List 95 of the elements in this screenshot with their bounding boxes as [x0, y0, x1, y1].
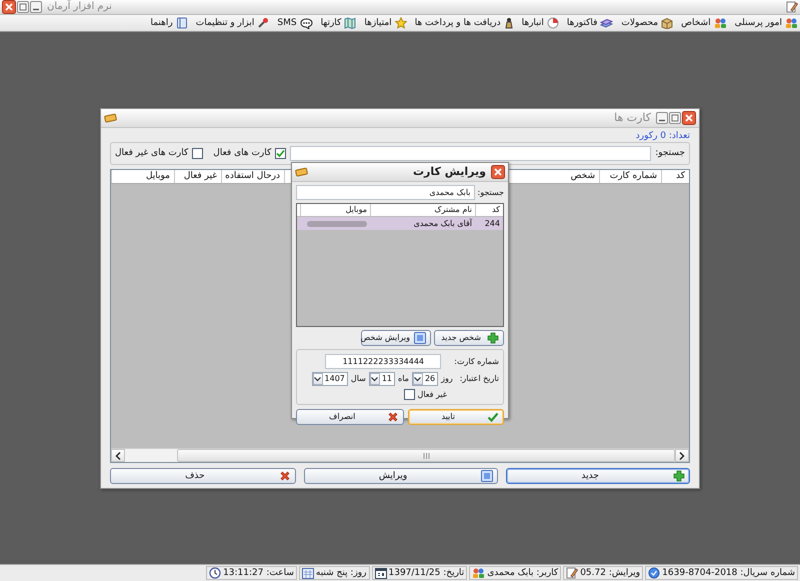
- check-icon: [276, 148, 286, 158]
- search-label: جستجو:: [655, 148, 685, 159]
- table-cell-text: 244: [484, 218, 501, 228]
- calendar-icon: [302, 567, 314, 579]
- search-field[interactable]: [290, 146, 652, 161]
- new-person-button[interactable]: شخص جدید: [434, 330, 504, 346]
- date-part-label: روز: [441, 374, 453, 384]
- window-icon: [414, 332, 426, 344]
- menu-item[interactable]: ابزار و تنظیمات: [196, 18, 254, 28]
- menu-item[interactable]: امور پرسنلی: [734, 18, 782, 28]
- column-header[interactable]: کد: [661, 170, 689, 183]
- record-count: تعداد: 0 رکورد: [636, 131, 690, 142]
- menu-item[interactable]: امتیازها: [364, 18, 392, 28]
- map-icon: [344, 17, 356, 29]
- book-icon: [176, 17, 188, 29]
- status-text: روز: پنج شنبه: [316, 568, 366, 578]
- search-label: جستجو:: [478, 188, 504, 198]
- status-text: کاربر: بابک محمدی: [487, 568, 558, 578]
- window-icon: [481, 470, 494, 482]
- card-number-field[interactable]: 1111222233334444: [325, 354, 442, 369]
- edit-person-button[interactable]: ویرایش شخص: [361, 330, 431, 346]
- checkbox[interactable]: [275, 148, 286, 159]
- pencil-icon: [566, 567, 578, 579]
- date-part-label: سال: [350, 374, 366, 384]
- date-dropdown[interactable]: 11: [368, 372, 396, 386]
- menu-item[interactable]: دریافت ها و پرداخت ها: [414, 18, 501, 28]
- menu-item[interactable]: SMS: [277, 18, 297, 28]
- card-icon: [104, 113, 118, 123]
- plus-icon: [673, 470, 685, 482]
- people-icon: [714, 17, 727, 29]
- people-icon: [472, 567, 486, 579]
- menu-item[interactable]: راهنما: [150, 18, 173, 28]
- close-icon[interactable]: [682, 111, 696, 125]
- menu-item[interactable]: اشخاص: [681, 18, 711, 28]
- star-icon: [394, 17, 407, 29]
- cross-icon: [387, 411, 400, 423]
- card-icon: [295, 167, 309, 177]
- close-icon[interactable]: [2, 0, 16, 14]
- status-text: ویرایش: 05.72: [580, 568, 640, 578]
- delete-button[interactable]: حذف: [110, 468, 296, 484]
- column-header[interactable]: موبایل: [111, 170, 174, 183]
- minimize-icon[interactable]: [656, 112, 668, 124]
- cross-icon: [278, 470, 291, 482]
- card-number-label: شماره کارت:: [454, 356, 499, 366]
- pencil-icon: [786, 1, 798, 13]
- ok-button[interactable]: تایید: [408, 409, 504, 425]
- column-header[interactable]: درحال استفاده: [221, 170, 284, 183]
- new-button[interactable]: جدید: [506, 468, 690, 484]
- status-text: شماره سریال: 2018-8704-1639: [662, 568, 795, 578]
- check-circle-icon: [648, 567, 660, 579]
- column-header[interactable]: شماره کارت: [599, 170, 661, 183]
- blurred-text: [307, 220, 367, 226]
- close-icon[interactable]: [491, 165, 505, 179]
- menu-item[interactable]: فاکتورها: [566, 18, 598, 28]
- expiry-label: تاریخ اعتبار:: [460, 374, 499, 384]
- chat-icon: [300, 18, 313, 28]
- checkbox-label: کارت های غیر فعال: [115, 148, 188, 159]
- figure-icon: [504, 17, 514, 29]
- table-cell-text: آقای بابک محمدی: [412, 218, 474, 228]
- column-header[interactable]: نام مشترک: [370, 204, 475, 216]
- menu-item[interactable]: محصولات: [621, 18, 658, 28]
- checkbox-label: غیر فعال: [418, 390, 447, 400]
- date-dropdown[interactable]: 1407: [312, 372, 348, 386]
- status-text: تاریخ: 1397/11/25: [388, 568, 464, 578]
- window-title: کارت ها: [614, 111, 651, 125]
- search-field[interactable]: بابک محمدی: [296, 185, 474, 200]
- checkbox-label: کارت های فعال: [213, 148, 272, 159]
- wrench-icon: [257, 17, 270, 29]
- date-part-label: ماه: [398, 374, 409, 384]
- people-icon: [785, 17, 798, 29]
- grip-icon: [422, 452, 430, 458]
- column-header[interactable]: کد: [475, 204, 503, 216]
- clock-icon: [209, 567, 222, 579]
- minimize-icon[interactable]: [30, 1, 42, 13]
- horizontal-scrollbar[interactable]: [111, 448, 689, 462]
- checkbox[interactable]: [404, 389, 414, 400]
- column-header[interactable]: غیر فعال: [174, 170, 221, 183]
- menu-item[interactable]: کارتها: [320, 18, 342, 28]
- books-icon: [600, 18, 614, 28]
- date-dropdown[interactable]: 26: [412, 372, 438, 386]
- menu-item[interactable]: انبارها: [522, 18, 544, 28]
- plus-icon: [487, 332, 499, 344]
- restore-icon[interactable]: [17, 1, 29, 13]
- status-text: ساعت: 13:11:27: [223, 568, 294, 578]
- cancel-button[interactable]: انصراف: [296, 409, 404, 425]
- column-header[interactable]: موبایل: [300, 204, 370, 216]
- check-icon: [487, 411, 499, 423]
- maximize-icon[interactable]: [669, 112, 681, 124]
- caret-icon: [414, 376, 422, 382]
- caret-icon: [314, 376, 322, 382]
- box-icon: [661, 17, 674, 29]
- checkbox[interactable]: [192, 148, 204, 159]
- caret-icon: [371, 376, 378, 382]
- calendar-icon: [374, 567, 386, 579]
- edit-button[interactable]: ویرایش: [304, 468, 498, 484]
